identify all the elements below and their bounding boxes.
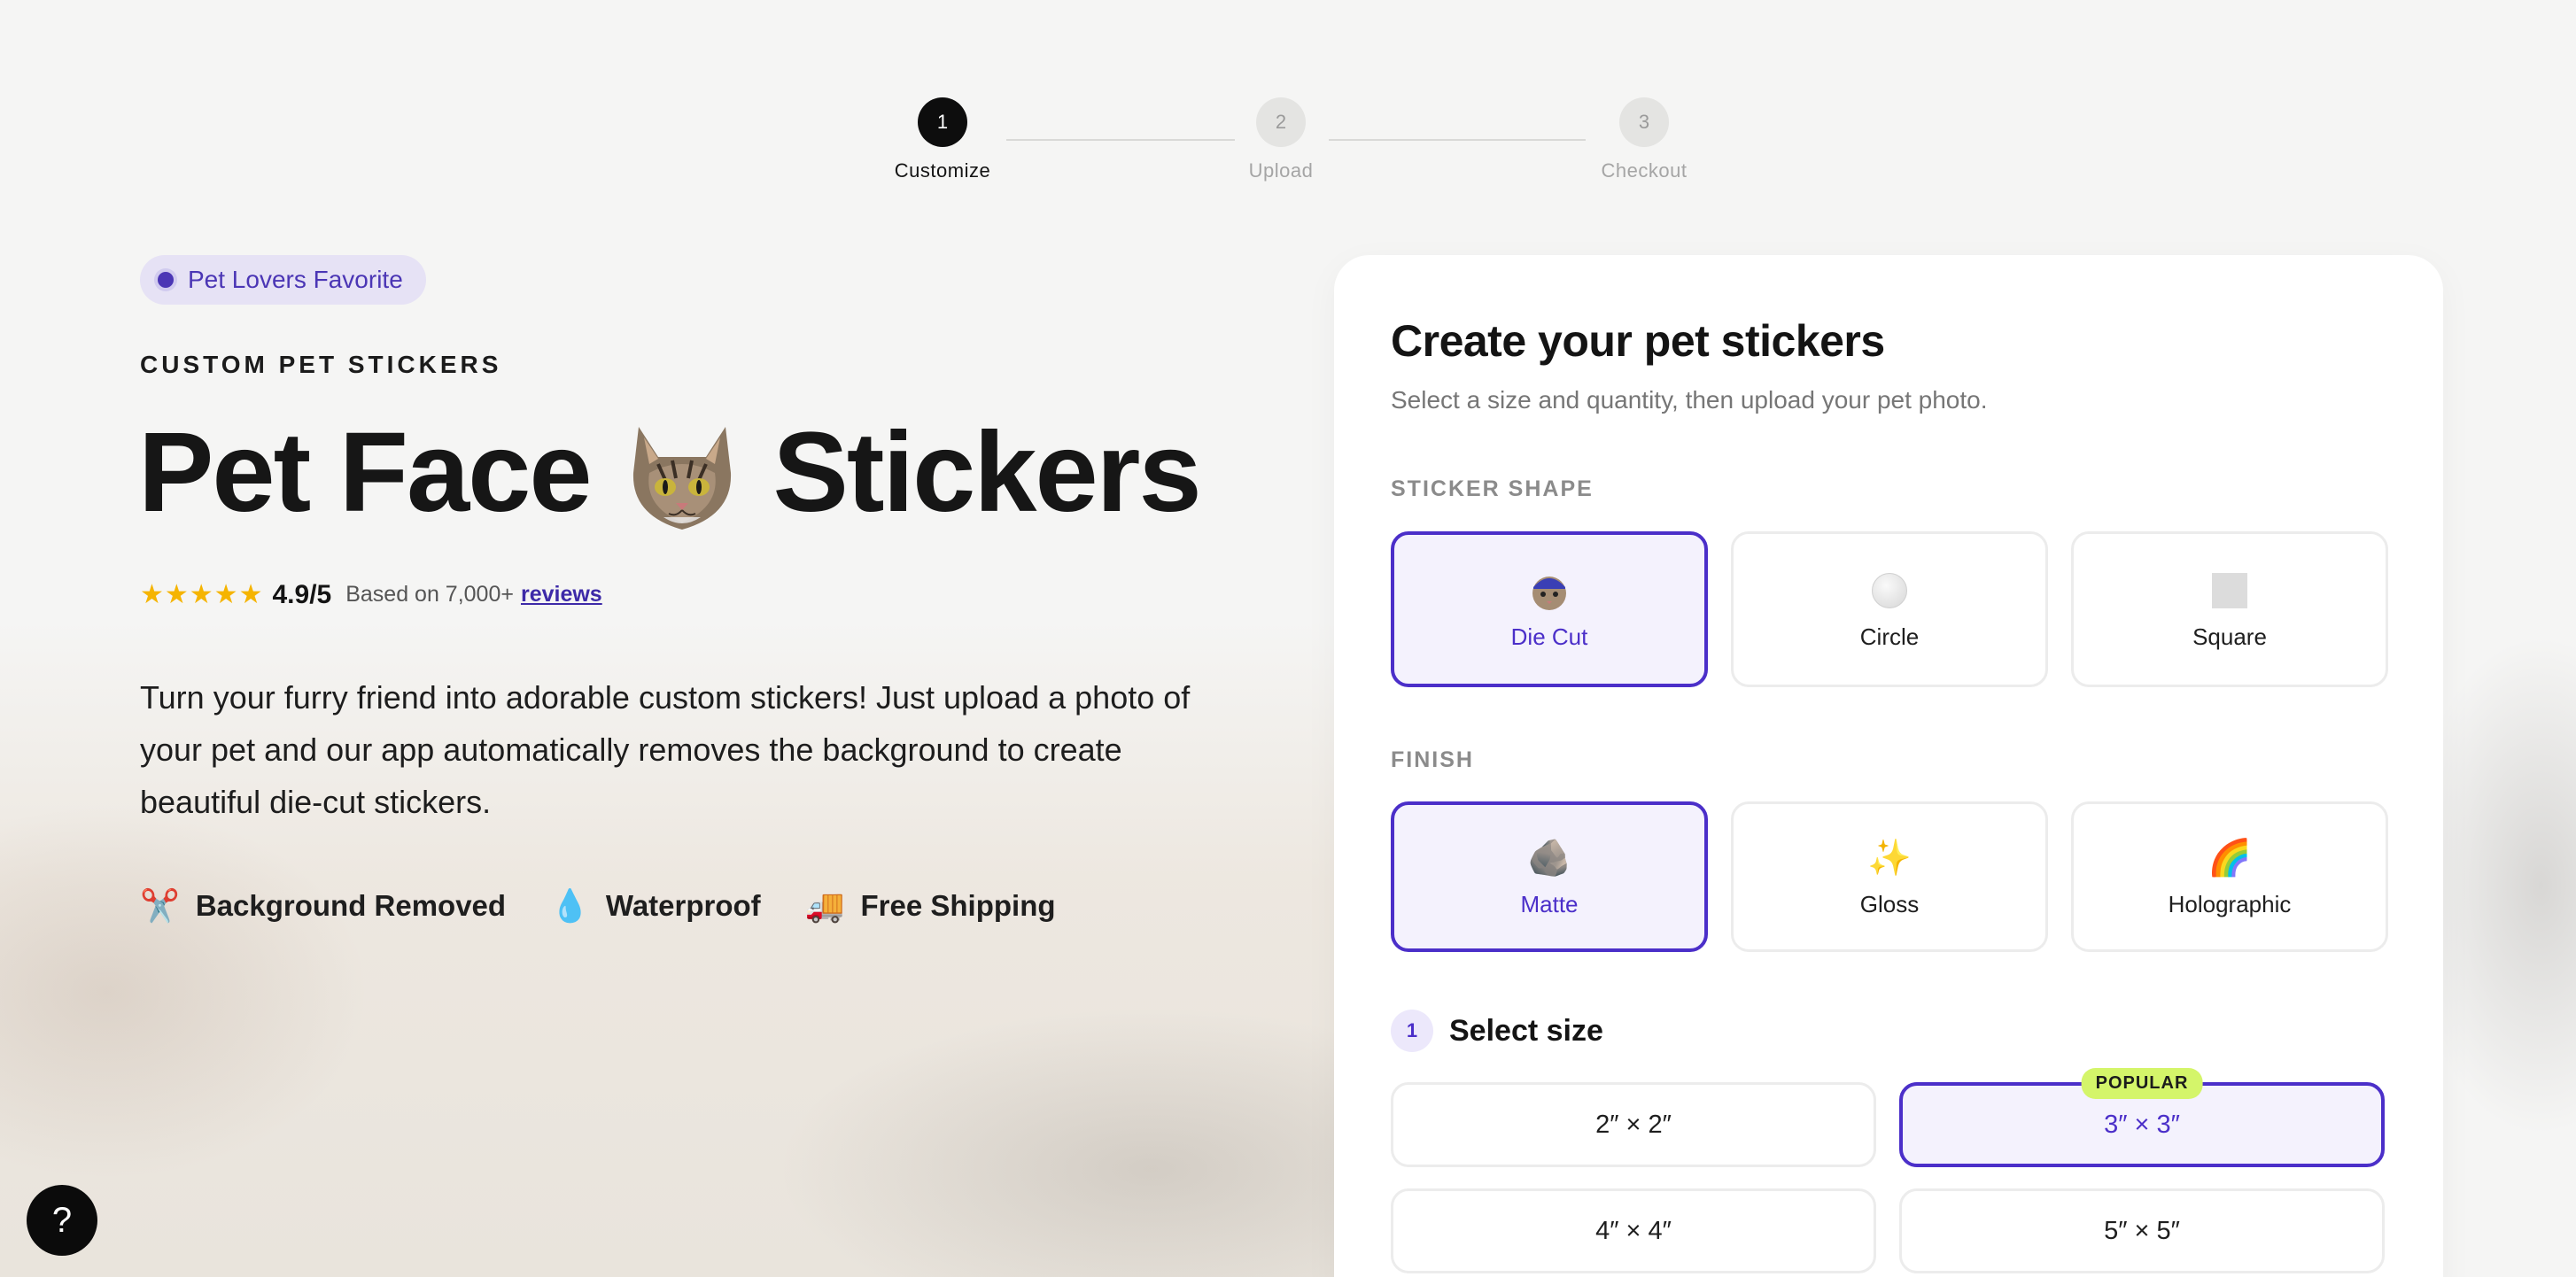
step-number: 2 [1256, 97, 1306, 147]
finish-option-holographic[interactable]: 🌈 Holographic [2071, 801, 2388, 952]
shape-option-label: Die Cut [1510, 623, 1588, 650]
rating-stars-icon: ★★★★★ [140, 580, 264, 609]
finish-options: 🪨 Matte ✨ Gloss 🌈 Holographic [1391, 801, 2388, 952]
cat-face-sticker-icon [623, 411, 741, 535]
size-option-2x2[interactable]: 2″ × 2″ [1391, 1082, 1876, 1167]
feature-background-removed: ✂️ Background Removed [140, 887, 506, 925]
size-option-label: 5″ × 5″ [2104, 1216, 2180, 1245]
size-option-label: 4″ × 4″ [1595, 1216, 1672, 1245]
step-number: 1 [918, 97, 967, 147]
size-section-header: 1 Select size [1391, 1010, 1603, 1052]
card-subtitle: Select a size and quantity, then upload … [1391, 386, 1988, 414]
eyebrow-label: CUSTOM PET STICKERS [140, 351, 502, 378]
step-upload[interactable]: 2 Upload [1219, 97, 1343, 182]
page-title: Pet Face Stickers [138, 407, 1202, 538]
rock-icon: 🪨 [1527, 839, 1571, 878]
size-section-title: Select size [1449, 1013, 1603, 1048]
step-label: Customize [894, 159, 991, 182]
feature-label: Background Removed [195, 889, 507, 922]
stepper-line-2 [1329, 139, 1586, 141]
hero-description: Turn your furry friend into adorable cus… [140, 679, 1191, 820]
size-step-number: 1 [1391, 1010, 1433, 1052]
size-option-5x5[interactable]: 5″ × 5″ [1899, 1188, 2385, 1273]
size-option-label: 2″ × 2″ [1595, 1110, 1672, 1139]
title-part-2: Stickers [772, 409, 1202, 536]
size-options: 2″ × 2″ POPULAR 3″ × 3″ 4″ × 4″ 5″ × 5″ [1391, 1068, 2385, 1273]
step-number: 3 [1619, 97, 1669, 147]
finish-section-label: FINISH [1391, 747, 1474, 772]
shape-option-circle[interactable]: Circle [1731, 531, 2048, 687]
scissors-icon: ✂️ [140, 887, 180, 924]
size-option-3x3[interactable]: POPULAR 3″ × 3″ [1899, 1068, 2385, 1167]
title-part-1: Pet Face [138, 409, 592, 536]
rating-text: Based on 7,000+ [345, 582, 514, 607]
step-label: Upload [1248, 159, 1314, 182]
size-option-4x4[interactable]: 4″ × 4″ [1391, 1188, 1876, 1273]
progress-stepper: 1 Customize 2 Upload 3 Checkout [0, 97, 2576, 186]
help-button[interactable]: ? [27, 1185, 97, 1256]
finish-option-label: Matte [1520, 890, 1579, 917]
circle-icon [1872, 569, 1907, 613]
shape-section-label: STICKER SHAPE [1391, 476, 1594, 501]
favorite-badge: Pet Lovers Favorite [140, 255, 426, 305]
shape-options: Die Cut Circle Square [1391, 531, 2388, 687]
stepper-line-1 [1006, 139, 1235, 141]
rainbow-icon: 🌈 [2207, 839, 2252, 878]
size-option-label: 3″ × 3″ [2104, 1110, 2180, 1139]
popular-badge: POPULAR [2081, 1068, 2203, 1099]
finish-option-matte[interactable]: 🪨 Matte [1391, 801, 1708, 952]
shape-option-square[interactable]: Square [2071, 531, 2388, 687]
step-checkout[interactable]: 3 Checkout [1582, 97, 1706, 182]
shape-option-label: Circle [1859, 623, 1920, 650]
sticker-config-card: Create your pet stickers Select a size a… [1334, 255, 2443, 1277]
shape-option-die-cut[interactable]: Die Cut [1391, 531, 1708, 687]
finish-option-gloss[interactable]: ✨ Gloss [1731, 801, 2048, 952]
badge-dot-icon [158, 272, 174, 288]
rating-row: ★★★★★ 4.9/5 Based on 7,000+ reviews [140, 579, 602, 610]
badge-label: Pet Lovers Favorite [188, 266, 403, 293]
feature-label: Waterproof [605, 889, 761, 922]
truck-icon: 🚚 [804, 887, 845, 924]
reviews-link[interactable]: reviews [521, 582, 602, 608]
card-title: Create your pet stickers [1391, 316, 1885, 366]
die-cut-icon [1529, 569, 1570, 613]
step-label: Checkout [1601, 159, 1688, 182]
droplet-icon: 💧 [550, 887, 590, 924]
finish-option-label: Holographic [2168, 890, 2292, 917]
feature-label: Free Shipping [860, 889, 1056, 922]
sparkles-icon: ✨ [1867, 839, 1912, 878]
feature-waterproof: 💧 Waterproof [550, 887, 761, 925]
rating-value: 4.9/5 [272, 579, 332, 609]
step-customize[interactable]: 1 Customize [881, 97, 1005, 182]
finish-option-label: Gloss [1859, 890, 1920, 917]
shape-option-label: Square [2192, 623, 2267, 650]
feature-free-shipping: 🚚 Free Shipping [805, 887, 1056, 925]
square-icon [2212, 569, 2247, 613]
feature-list: ✂️ Background Removed 💧 Waterproof 🚚 Fre… [140, 887, 1100, 925]
